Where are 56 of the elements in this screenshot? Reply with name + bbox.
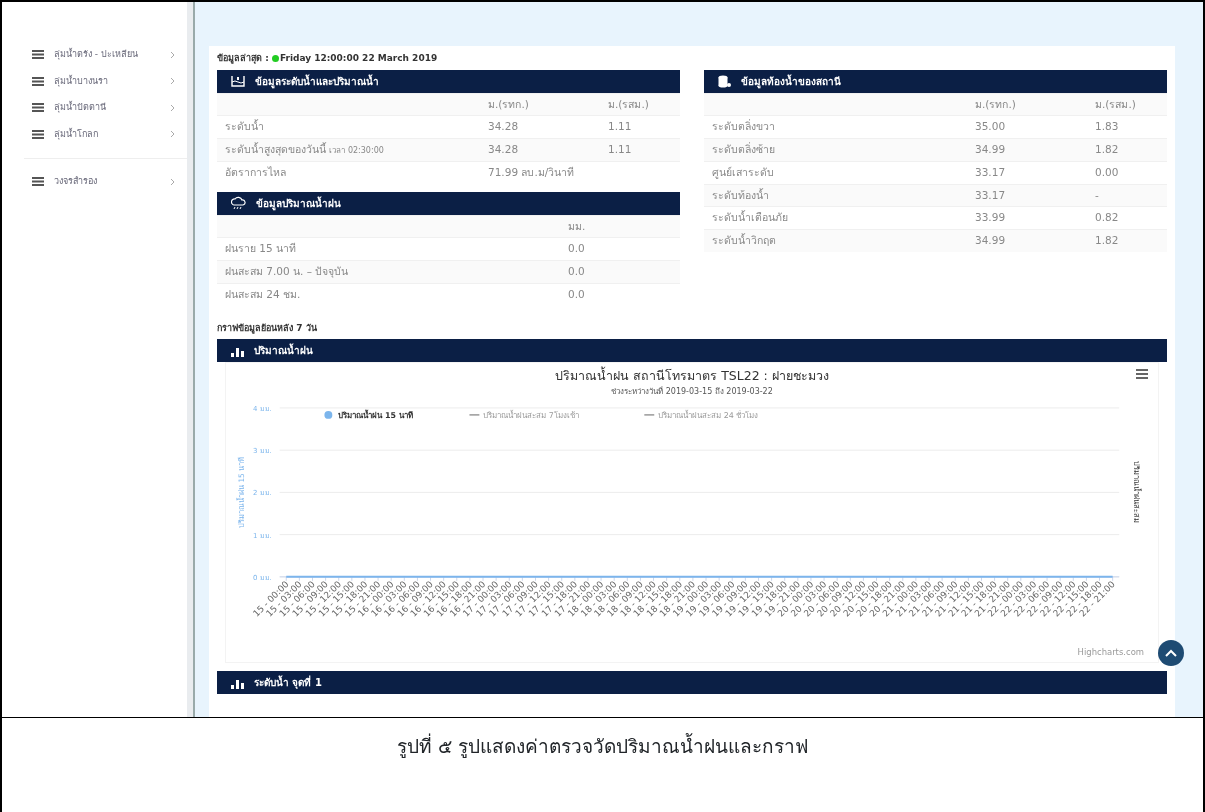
panel-title: ระดับน้ำ จุดที่ 1 [254, 675, 322, 691]
menu-icon [32, 76, 44, 86]
menu-icon [32, 177, 44, 187]
menu-icon [32, 103, 44, 113]
sidebar-item[interactable]: ลุ่มน้ำบางนรา [2, 68, 187, 95]
sidebar-item[interactable]: ลุ่มน้ำปัตตานี [2, 95, 187, 122]
latest-update: ข้อมูลล่าสุด : Friday 12:00:00 22 March 2019 [217, 52, 439, 66]
chevron-icon [170, 50, 175, 59]
rain-cloud-icon [231, 196, 246, 210]
table-cell: 1.82 [1087, 229, 1167, 252]
table-cell: 0.0 [560, 283, 680, 306]
table-cell: 1.82 [1087, 138, 1167, 162]
row-label: ระดับท้องน้ำ [704, 184, 967, 207]
legend-label: ปริมาณน้ำฝน 15 นาที [338, 408, 413, 420]
table-cell: 34.28 [480, 138, 600, 162]
sidebar-item[interactable]: ลุ่มน้ำตรัง - ปะเหลียน [2, 42, 187, 69]
table-cell: 1.11 [600, 138, 680, 162]
row-label: ระดับน้ำสูงสุดของวันนี้ เวลา 02:30:00 [217, 138, 480, 162]
column-header: ม.(รสม.) [1087, 93, 1167, 116]
chevron-icon [170, 130, 175, 139]
row-label: ฝนสะสม 24 ชม. [217, 283, 560, 306]
panel-title: ข้อมูลปริมาณน้ำฝน [256, 195, 341, 211]
panel-title: ปริมาณน้ำฝน [254, 343, 313, 358]
legend-item[interactable]: ปริมาณน้ำฝน 15 นาที [324, 410, 413, 420]
table-cell: 34.99 [967, 138, 1087, 162]
table-cell: - [1087, 184, 1167, 207]
column-header: ม.(รทก.) [967, 93, 1087, 116]
table-cell: 0.0 [560, 260, 680, 284]
table-cell: 71.99 ลบ.ม/วินาที [480, 161, 600, 184]
row-label: ระดับตลิ่งซ้าย [704, 138, 967, 162]
figure-caption: รูปที่ ๕ รูปแสดงค่าตรวจวัดปริมาณน้ำฝนและกราฟ [396, 732, 809, 760]
column-header: ม.(รทก.) [480, 93, 600, 116]
chevron-icon [170, 103, 175, 112]
scroll-top-button[interactable] [1158, 640, 1184, 667]
row-label: ระดับน้ำวิกฤต [704, 229, 967, 252]
sidebar-item[interactable]: ลุ่มน้ำโกลก [2, 121, 187, 148]
panel-title: ข้อมูลท้องน้ำของสถานี [741, 73, 841, 89]
column-header: ม.(รสม.) [600, 93, 680, 116]
menu-icon [32, 129, 44, 139]
menu-icon[interactable] [1136, 369, 1148, 379]
table-cell: 34.99 [967, 229, 1087, 252]
chevron-up-icon [1165, 649, 1177, 658]
section-heading: กราฟข้อมูลย้อนหลัง 7 วัน [217, 321, 318, 335]
menu-icon [32, 50, 44, 60]
database-icon [718, 74, 731, 88]
water-level-icon [231, 75, 245, 87]
chevron-icon [170, 177, 175, 186]
column-header: มม. [560, 215, 680, 238]
sidebar-item[interactable]: วงจรสำรอง [2, 169, 187, 196]
row-label: ฝนสะสม 7.00 น. – ปัจจุบัน [217, 260, 560, 284]
row-label: อัตราการไหล [217, 161, 480, 184]
chart-subtitle: ช่วงระหว่างวันที่ 2019-03-15 ถึง 2019-03-22 [611, 385, 773, 398]
chart-title: ปริมาณน้ำฝน สถานีโทรมาตร TSL22 : ฝายชะมวง [555, 367, 829, 385]
table-cell: 33.17 [967, 184, 1087, 207]
panel-title: ข้อมูลระดับน้ำและปริมาณน้ำ [255, 73, 379, 89]
chevron-icon [170, 77, 175, 86]
